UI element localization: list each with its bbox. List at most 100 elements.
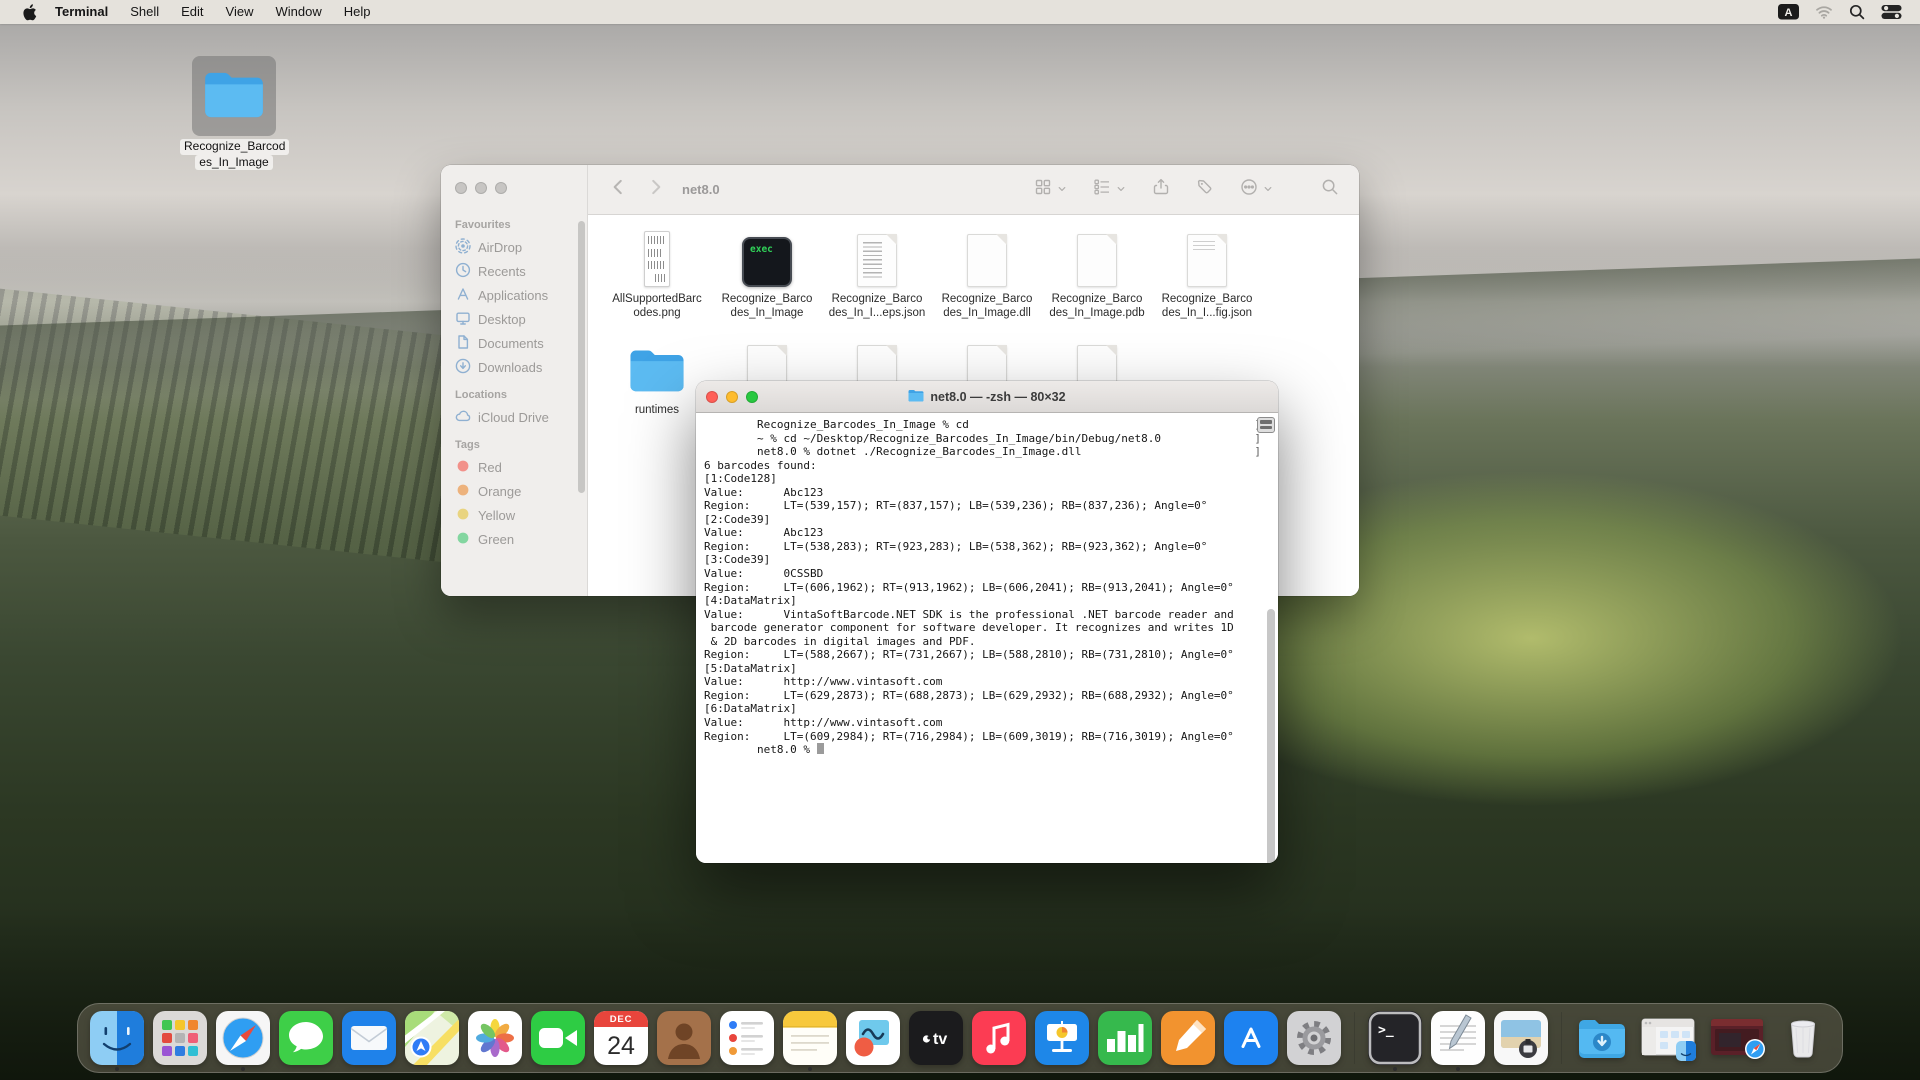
desktop-folder-recognize-barcodes[interactable]: Recognize_Barcod es_In_Image xyxy=(180,56,288,170)
dock-facetime-icon[interactable] xyxy=(531,1011,585,1065)
zoom-button[interactable] xyxy=(746,391,758,403)
file-recognize-barcodes-in-image-pdb[interactable]: Recognize_Barcodes_In_Image.pdb xyxy=(1042,229,1152,320)
close-button[interactable] xyxy=(706,391,718,403)
proxy-folder-icon xyxy=(908,389,924,405)
file-recognize-barcodes-in-i-fig-json[interactable]: Recognize_Barcodes_In_I...fig.json xyxy=(1152,229,1262,320)
keyboard-input-icon[interactable]: A xyxy=(1778,4,1799,20)
terminal-line: Region: LT=(609,2984); RT=(716,2984); LB… xyxy=(704,730,1278,744)
sidebar-item-documents[interactable]: Documents xyxy=(453,331,579,355)
file-recognize-barcodes-in-image[interactable]: execRecognize_Barcodes_In_Image xyxy=(712,229,822,320)
sidebar-item-yellow[interactable]: Yellow xyxy=(453,503,579,527)
sidebar-scrollbar[interactable] xyxy=(578,221,585,493)
dock-reminders-icon[interactable] xyxy=(720,1011,774,1065)
terminal-line: [2:Code39] xyxy=(704,513,1278,527)
menu-window[interactable]: Window xyxy=(265,4,333,19)
dock-mail-icon[interactable] xyxy=(342,1011,396,1065)
menu-edit[interactable]: Edit xyxy=(170,4,214,19)
control-center-icon[interactable] xyxy=(1881,4,1902,20)
menu-shell[interactable]: Shell xyxy=(119,4,170,19)
dock-freeform-icon[interactable] xyxy=(846,1011,900,1065)
dock-minimized-window-safari-icon[interactable] xyxy=(1707,1011,1767,1065)
dock-terminal-icon[interactable]: >_ xyxy=(1368,1011,1422,1065)
minimize-button[interactable] xyxy=(726,391,738,403)
tags-icon[interactable] xyxy=(1196,178,1214,201)
sidebar-item-label: Desktop xyxy=(478,312,526,327)
dock-tv-icon[interactable]: tv xyxy=(909,1011,963,1065)
spotlight-search-icon[interactable] xyxy=(1849,4,1865,20)
running-indicator xyxy=(241,1067,245,1071)
file-label: Recognize_Barcodes_In_I...fig.json xyxy=(1162,292,1253,320)
dock-music-icon[interactable] xyxy=(972,1011,1026,1065)
split-pane-button[interactable] xyxy=(1257,417,1275,433)
menu-help[interactable]: Help xyxy=(333,4,382,19)
file-allsupportedbarcodes-png[interactable]: AllSupportedBarcodes.png xyxy=(602,229,712,320)
sidebar-item-airdrop[interactable]: AirDrop xyxy=(453,235,579,259)
apple-menu-icon[interactable] xyxy=(14,4,44,21)
terminal-titlebar[interactable]: net8.0 — -zsh — 80×32 xyxy=(696,381,1278,413)
group-by-icon[interactable] xyxy=(1093,178,1111,201)
dock-photos-icon[interactable] xyxy=(468,1011,522,1065)
sidebar-item-orange[interactable]: Orange xyxy=(453,479,579,503)
document-icon xyxy=(967,234,1007,287)
sidebar-item-recents[interactable]: Recents xyxy=(453,259,579,283)
sidebar-item-icloud-drive[interactable]: iCloud Drive xyxy=(453,405,579,429)
desktop-folder-label: Recognize_Barcod es_In_Image xyxy=(180,139,288,170)
dock-minimized-window-finder-icon[interactable] xyxy=(1638,1011,1698,1065)
dock-messages-icon[interactable] xyxy=(279,1011,333,1065)
chevron-down-icon[interactable] xyxy=(1263,181,1273,199)
chevron-down-icon[interactable] xyxy=(1116,181,1126,199)
terminal-cursor xyxy=(817,743,824,754)
view-grid-icon[interactable] xyxy=(1034,178,1052,201)
dock-launchpad-icon[interactable] xyxy=(153,1011,207,1065)
sidebar-item-green[interactable]: Green xyxy=(453,527,579,551)
dock-contacts-icon[interactable] xyxy=(657,1011,711,1065)
terminal-line: Value: Abc123 xyxy=(704,486,1278,500)
forward-button[interactable] xyxy=(646,177,666,202)
sidebar-item-desktop[interactable]: Desktop xyxy=(453,307,579,331)
terminal-output[interactable]: Recognize_Barcodes_In_Image % cd] ~ % cd… xyxy=(696,413,1278,863)
dock-calendar-icon[interactable]: DEC24 xyxy=(594,1011,648,1065)
dock-keynote-icon[interactable] xyxy=(1035,1011,1089,1065)
dock-downloads-folder-icon[interactable] xyxy=(1575,1011,1629,1065)
dock-numbers-icon[interactable] xyxy=(1098,1011,1152,1065)
dock-notes-icon[interactable] xyxy=(783,1011,837,1065)
terminal-window-controls xyxy=(706,391,758,403)
dock-finder-icon[interactable] xyxy=(90,1011,144,1065)
dock-textedit-icon[interactable] xyxy=(1431,1011,1485,1065)
close-button[interactable] xyxy=(455,182,467,194)
dock-preview-icon[interactable] xyxy=(1494,1011,1548,1065)
calendar-month: DEC xyxy=(594,1011,648,1027)
tag-icon xyxy=(455,458,471,477)
search-icon[interactable] xyxy=(1321,178,1339,201)
file-label: Recognize_Barcodes_In_I...eps.json xyxy=(829,292,926,320)
share-icon[interactable] xyxy=(1152,178,1170,201)
minimize-button[interactable] xyxy=(475,182,487,194)
sidebar-item-label: AirDrop xyxy=(478,240,522,255)
wifi-icon[interactable] xyxy=(1815,5,1833,19)
sidebar-item-red[interactable]: Red xyxy=(453,455,579,479)
terminal-line: Value: VintaSoftBarcode.NET SDK is the p… xyxy=(704,608,1278,622)
sidebar-item-downloads[interactable]: Downloads xyxy=(453,355,579,379)
menu-terminal[interactable]: Terminal xyxy=(44,4,119,19)
dock-pages-icon[interactable] xyxy=(1161,1011,1215,1065)
sidebar-item-applications[interactable]: Applications xyxy=(453,283,579,307)
dock-safari-icon[interactable] xyxy=(216,1011,270,1065)
dock-maps-icon[interactable] xyxy=(405,1011,459,1065)
sidebar-heading-tags: Tags xyxy=(455,439,579,451)
calendar-day: 24 xyxy=(594,1027,648,1065)
dock-app-store-icon[interactable] xyxy=(1224,1011,1278,1065)
terminal-scrollbar[interactable] xyxy=(1267,609,1275,863)
dock-system-settings-icon[interactable] xyxy=(1287,1011,1341,1065)
chevron-down-icon[interactable] xyxy=(1057,181,1067,199)
app-menus: TerminalShellEditViewWindowHelp xyxy=(44,0,382,24)
file-recognize-barcodes-in-i-eps-json[interactable]: Recognize_Barcodes_In_I...eps.json xyxy=(822,229,932,320)
more-icon[interactable] xyxy=(1240,178,1258,201)
folder-selection-highlight xyxy=(192,56,276,136)
back-button[interactable] xyxy=(608,177,628,202)
tag-icon xyxy=(455,482,471,501)
dock-trash-icon[interactable] xyxy=(1776,1011,1830,1065)
zoom-button[interactable] xyxy=(495,182,507,194)
file-recognize-barcodes-in-image-dll[interactable]: Recognize_Barcodes_In_Image.dll xyxy=(932,229,1042,320)
file-label: AllSupportedBarcodes.png xyxy=(612,292,702,320)
menu-view[interactable]: View xyxy=(215,4,265,19)
